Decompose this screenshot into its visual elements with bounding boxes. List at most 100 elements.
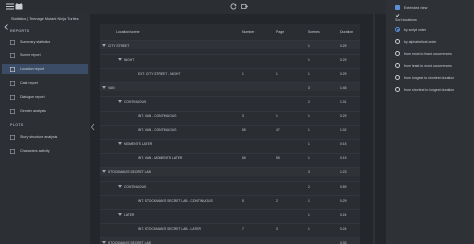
page-cell: 55 [276, 156, 280, 161]
column-header-duration[interactable]: Duration [340, 30, 353, 34]
chevron-down-icon[interactable] [102, 85, 106, 89]
radio-icon[interactable] [395, 39, 400, 44]
gender-icon [10, 109, 15, 114]
duration-cell: 0:24 [340, 226, 347, 231]
duration-cell: 0:29 [340, 114, 347, 118]
sidebar-item-story-structure-analysis[interactable]: Story structure analysis [2, 132, 88, 142]
structure-icon [10, 135, 15, 140]
extended-view-checkbox[interactable] [395, 5, 400, 18]
location-cell: CONTINUOUS [124, 99, 147, 104]
sidebar-item-summary-statistics[interactable]: Summary statistics [2, 37, 88, 47]
table-subgroup-row[interactable]: CONTINUOUS 2 0:59 [100, 181, 360, 190]
sidebar-item-dialogue-report[interactable]: Dialogue report [2, 92, 88, 102]
sidebar-item-label: Story structure analysis [20, 135, 58, 139]
radio-icon[interactable] [395, 75, 400, 80]
summary-icon [10, 40, 15, 45]
sidebar-item-scene-report[interactable]: Scene report [2, 50, 88, 60]
sidebar-item-gender-analysis[interactable]: Gender analysis [2, 106, 88, 116]
table-group-row[interactable]: STOCKMAN'S SECRET LAB 0:33 [100, 237, 360, 244]
scenes-cell: 1 [308, 57, 310, 62]
location-cell: INT. VAN - MOMENTS LATER [138, 156, 183, 161]
duration-cell: 1:31 [340, 99, 347, 104]
menu-icon[interactable] [6, 3, 14, 10]
chevron-down-icon[interactable] [118, 57, 122, 61]
table-row: INT. STOCKMAN'S SECRET LAB - CONTINUOUS 5… [100, 195, 360, 204]
scenes-cell: 1 [308, 128, 310, 133]
sort-option-alphabetical[interactable]: by alphabetical order [395, 39, 473, 46]
scenes-cell: 3 [308, 85, 310, 90]
sort-option-shortest-to-longest[interactable]: from shortest to longest duration [395, 87, 473, 94]
duration-cell: 0:15 [340, 156, 347, 161]
sort-option-longest-to-shortest[interactable]: from longest to shortest duration [395, 75, 473, 82]
chevron-down-icon[interactable] [102, 43, 106, 47]
table-subgroup-row[interactable]: CONTINUOUS 2 1:31 [100, 96, 360, 105]
scenes-cell: 1 [308, 198, 310, 203]
table-group-row[interactable]: STOCKMAN'S SECRET LAB 3 1:23 [100, 166, 360, 176]
radio-icon[interactable] [395, 87, 400, 92]
scenes-cell: 1 [308, 156, 310, 161]
sidebar-item-label: Cast report [20, 81, 38, 85]
number-cell: 55 [242, 128, 246, 133]
sort-option-most-to-least[interactable]: from most to least occurrences [395, 51, 473, 58]
export-icon[interactable] [241, 3, 248, 10]
table-subgroup-row[interactable]: MOMENTS LATER 1 0:15 [100, 138, 360, 148]
scrollbar[interactable] [372, 14, 376, 244]
chevron-down-icon[interactable] [118, 184, 122, 188]
scenes-cell: 1 [308, 212, 310, 217]
number-cell: 65 [242, 156, 246, 161]
options-panel: Extended view Sort locations by script o… [386, 0, 474, 244]
duration-cell: 1:23 [340, 170, 347, 175]
duration-cell: 0:29 [340, 71, 347, 76]
location-cell: CONTINUOUS [124, 184, 147, 189]
column-header-number[interactable]: Number [242, 30, 254, 34]
column-header-page[interactable]: Page [276, 30, 284, 34]
sidebar-item-cast-report[interactable]: Cast report [2, 78, 88, 88]
radio-selected-icon[interactable] [395, 27, 400, 32]
collapse-sidebar-icon[interactable] [90, 118, 96, 131]
location-cell: MOMENTS LATER [124, 142, 153, 147]
number-cell: 5 [242, 198, 244, 203]
table-subgroup-row[interactable]: NIGHT 1 0:29 [100, 54, 360, 63]
location-cell: NIGHT [124, 57, 135, 62]
sidebar-item-label: Gender analysis [20, 109, 46, 113]
table-group-row[interactable]: CITY STREET 1 0:29 [100, 40, 360, 49]
chevron-down-icon[interactable] [118, 99, 122, 103]
cast-icon [10, 81, 15, 86]
dialogue-icon [10, 95, 15, 100]
chevron-down-icon[interactable] [102, 170, 106, 174]
table-subgroup-row[interactable]: LATER 1 0:24 [100, 209, 360, 218]
page-cell: 3 [276, 226, 278, 231]
table-row: INT. STOCKMAN'S SECRET LAB - LATER 7 3 1 0:2… [100, 223, 360, 232]
sort-option-least-to-most[interactable]: from least to most occurrences [395, 63, 473, 70]
location-cell: VAN [108, 85, 115, 90]
chevron-down-icon[interactable] [102, 240, 106, 244]
sidebar-item-location-report[interactable]: Location report [2, 64, 88, 74]
back-row[interactable]: Statistics | Teenage Mutant Ninja Turtle… [0, 14, 90, 30]
column-header-scenes[interactable]: Scenes [308, 30, 320, 34]
plots-heading: PLOTS [10, 123, 24, 127]
chevron-down-icon[interactable] [118, 142, 122, 146]
chevron-down-icon[interactable] [118, 212, 122, 216]
duration-cell: 0:29 [340, 43, 347, 48]
duration-cell: 1:46 [340, 85, 347, 90]
column-header-location[interactable]: Location/scene [116, 30, 140, 34]
sort-option-label: from shortest to longest duration [404, 87, 455, 92]
table-row: INT. VAN - CONTINUOUS 3 1 1 0:29 [100, 110, 360, 120]
radio-icon[interactable] [395, 51, 400, 56]
sort-option-label: from longest to shortest duration [404, 75, 455, 80]
radio-icon[interactable] [395, 63, 400, 68]
sort-option-label: by alphabetical order [404, 39, 437, 44]
location-table: Location/scene Number Page Scenes Durati… [100, 24, 360, 244]
table-group-row[interactable]: VAN 3 1:46 [100, 82, 360, 92]
sidebar-item-characters-activity[interactable]: Characters activity [2, 146, 88, 156]
location-cell: INT. STOCKMAN'S SECRET LAB - CONTINUOUS [138, 198, 213, 203]
table-row: INT. VAN - MOMENTS LATER 65 55 1 0:15 [100, 152, 360, 162]
refresh-icon[interactable] [230, 3, 237, 10]
page-cell: 1 [276, 71, 278, 76]
location-cell: INT. VAN - CONTINUOUS [138, 128, 177, 133]
sort-option-script-order[interactable]: by script order [395, 27, 473, 34]
reports-heading: REPORTS [10, 29, 30, 33]
scenes-cell: 3 [308, 170, 310, 175]
chevron-left-icon[interactable] [4, 17, 9, 30]
number-cell: 3 [242, 114, 244, 118]
